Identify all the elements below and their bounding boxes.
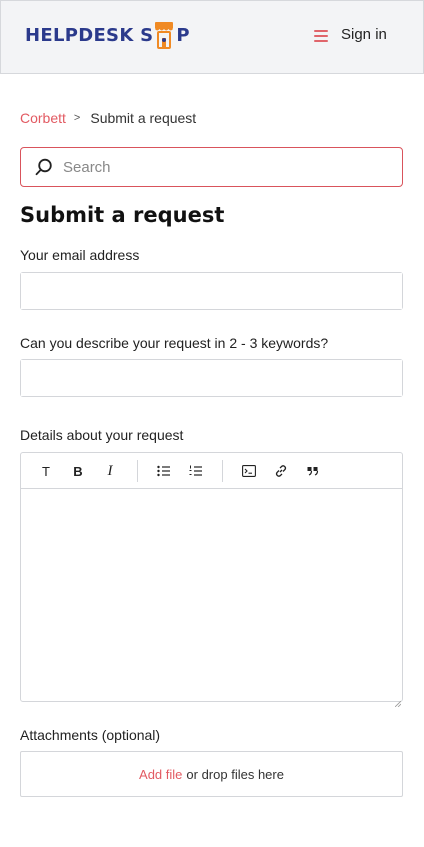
file-drop-zone[interactable]: Add file or drop files here (20, 751, 403, 797)
email-field[interactable] (21, 273, 402, 309)
attachments-label: Attachments (optional) (20, 727, 161, 743)
logo-text-left: HELPDESK S (25, 24, 154, 46)
search-icon[interactable] (35, 158, 53, 176)
editor-toolbar: T B I (21, 453, 402, 489)
helpdesk-shop-logo[interactable]: HELPDESK S P (25, 17, 190, 53)
shop-store-icon (154, 20, 174, 50)
toolbar-divider (222, 460, 223, 482)
quote-icon[interactable] (304, 462, 322, 480)
bold-icon[interactable]: B (69, 462, 87, 480)
text-format-icon[interactable]: T (37, 462, 55, 480)
add-file-link[interactable]: Add file (139, 767, 182, 782)
code-block-icon[interactable] (240, 462, 258, 480)
bulleted-list-icon[interactable] (155, 462, 173, 480)
details-textarea[interactable] (21, 489, 402, 701)
numbered-list-icon[interactable] (187, 462, 205, 480)
breadcrumb-separator: > (73, 112, 81, 124)
italic-icon[interactable]: I (101, 462, 119, 480)
site-header: HELPDESK S P Sign in (0, 0, 424, 74)
link-icon[interactable] (272, 462, 290, 480)
details-label: Details about your request (20, 427, 184, 443)
breadcrumb: Corbett > Submit a request (20, 110, 196, 126)
subject-field[interactable] (21, 360, 402, 396)
hamburger-menu-icon[interactable] (314, 30, 328, 42)
sign-in-link[interactable]: Sign in (341, 26, 387, 43)
breadcrumb-item-corbett[interactable]: Corbett (20, 110, 66, 126)
search-input[interactable] (61, 148, 395, 186)
page-title: Submit a request (20, 203, 225, 227)
subject-field-wrapper (20, 359, 403, 397)
search-box (20, 147, 403, 187)
toolbar-divider (137, 460, 138, 482)
details-editor: T B I (20, 452, 403, 708)
breadcrumb-item-current: Submit a request (90, 110, 197, 126)
email-field-wrapper (20, 272, 403, 310)
drop-files-text: or drop files here (186, 766, 284, 782)
resize-handle-icon[interactable] (394, 694, 402, 708)
logo-text-right: P (176, 24, 190, 46)
email-label: Your email address (20, 247, 140, 263)
subject-label: Can you describe your request in 2 - 3 k… (20, 335, 329, 351)
